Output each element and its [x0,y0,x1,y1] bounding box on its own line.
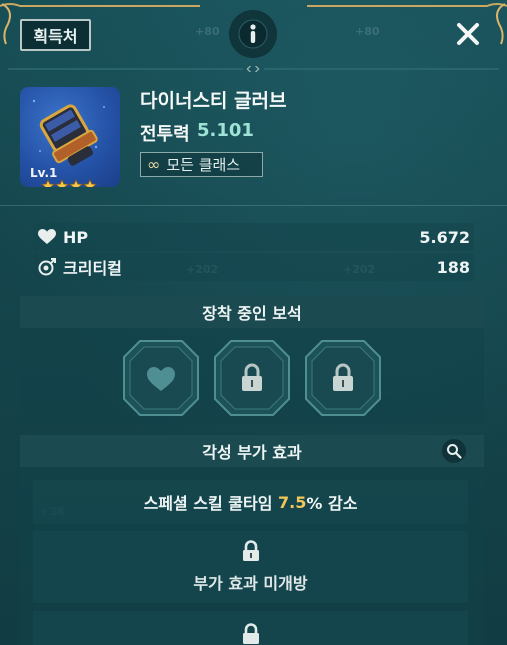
close-icon [457,23,479,45]
effect-value: 7.5 [278,492,307,512]
class-label: 모든 클래스 [166,156,241,174]
gem-section-title: 장착 중인 보석 [20,296,484,328]
effect-prefix: 스페셜 스킬 쿨타임 [143,494,279,513]
item-detail-panel: 획득처 +80 +80 +202 +202 +38 [0,0,507,645]
item-level: Lv.1 [30,166,58,180]
stat-label: HP [63,227,89,247]
power-value: 5.101 [197,120,254,141]
lock-icon [242,540,259,561]
effect-suffix: % 감소 [306,494,358,513]
class-badge: ∞ 모든 클래스 [140,152,263,177]
item-thumbnail: Lv.1 [20,87,120,187]
locked-effect-label: 부가 효과 미개방 [193,574,308,593]
source-button[interactable]: 획득처 [20,19,91,51]
locked-effect-row-2 [33,611,468,645]
search-icon [447,444,462,459]
item-name: 다이너스티 글러브 [140,90,287,112]
section-divider [0,205,507,206]
infinity-icon: ∞ [147,155,161,174]
header-divider [8,66,499,72]
lock-icon [242,623,259,644]
info-icon[interactable] [229,10,277,58]
stat-row-hp: HP 5.672 [33,223,474,251]
awakening-effect-row: 스페셜 스킬 쿨타임 7.5 % 감소 [33,480,468,524]
star-rating [41,179,97,187]
close-button[interactable] [452,18,484,50]
magnify-button[interactable] [442,439,466,463]
locked-effect-row: 부가 효과 미개방 [33,531,468,603]
locked-gem-socket[interactable] [213,339,291,417]
heart-icon [38,229,56,244]
awakening-section-header: 각성 부가 효과 [20,435,484,467]
stat-value: 188 [436,257,470,277]
stat-row-critical: 크리티컬 188 [33,253,474,281]
stat-label: 크리티컬 [63,259,122,278]
heart-gem-socket[interactable] [122,339,200,417]
power-label: 전투력 [140,124,190,145]
crit-icon [38,258,56,276]
locked-gem-socket[interactable] [304,339,382,417]
awakening-section-title: 각성 부가 효과 [202,443,302,462]
stat-value: 5.672 [419,227,470,247]
